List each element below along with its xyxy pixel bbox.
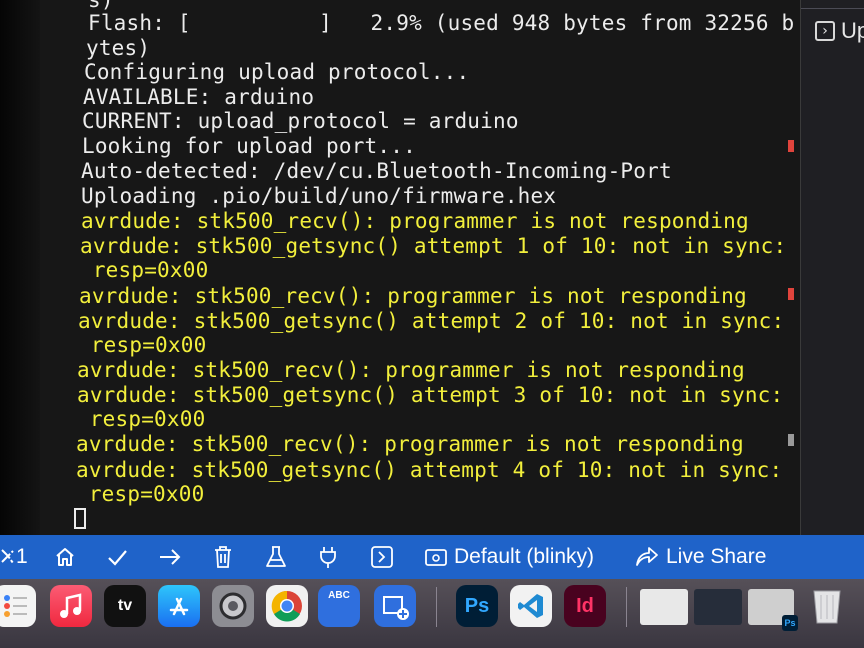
photo-editor-app-label: ABC — [328, 590, 350, 601]
checkmark-icon — [108, 550, 127, 566]
dock-separator — [436, 587, 437, 627]
folder-icon — [425, 549, 447, 566]
terminal-line: Looking for upload port... — [82, 134, 416, 158]
photoshop-app-icon[interactable]: Ps — [456, 585, 498, 627]
terminal-line: resp=0x00 — [78, 333, 207, 357]
remote-count: 1 — [16, 545, 28, 568]
recent-window-thumbnail-3[interactable]: Ps — [748, 589, 798, 631]
serial-monitor-button[interactable] — [318, 535, 338, 579]
terminal-icon — [371, 546, 393, 568]
flask-icon — [266, 546, 286, 567]
dock-separator — [626, 587, 627, 627]
terminal-line: Auto-detected: /dev/cu.Bluetooth-Incomin… — [81, 159, 672, 183]
scrollbar-marker — [788, 288, 794, 300]
panel-item[interactable]: › Up — [815, 16, 864, 46]
terminal-line: resp=0x00 — [76, 482, 205, 506]
terminal-line: CURRENT: upload_protocol = arduino — [82, 109, 519, 133]
home-button[interactable] — [54, 535, 76, 579]
chrome-app-icon[interactable] — [266, 585, 308, 627]
recent-window-badge: Ps — [782, 615, 798, 631]
recent-window-thumbnail-2[interactable] — [694, 589, 742, 625]
live-share-icon — [636, 547, 658, 566]
terminal-line: avrdude: stk500_recv(): programmer is no… — [76, 432, 744, 456]
recent-window-thumbnail-1[interactable] — [640, 589, 688, 625]
system-preferences-app-icon[interactable] — [212, 585, 254, 627]
terminal-line: resp=0x00 — [80, 258, 209, 282]
terminal-line: resp=0x00 — [77, 407, 206, 431]
terminal-line: avrdude: stk500_getsync() attempt 1 of 1… — [80, 234, 787, 258]
chevron-right-box-icon: › — [815, 21, 835, 41]
scrollbar-marker — [788, 140, 794, 152]
terminal-line: avrdude: stk500_recv(): programmer is no… — [77, 358, 745, 382]
terminal-line: avrdude: stk500_recv(): programmer is no… — [79, 284, 747, 308]
arrow-right-icon — [160, 549, 181, 565]
home-icon — [56, 548, 74, 566]
photo-editor-app-icon-1[interactable]: ABC — [318, 585, 360, 627]
apple-tv-app-label: tv — [117, 597, 133, 614]
terminal-line: avrdude: stk500_recv(): programmer is no… — [81, 209, 749, 233]
remote-icon — [1, 549, 14, 564]
terminal-line: ytes) — [86, 36, 151, 60]
test-button[interactable] — [264, 535, 288, 579]
music-app-icon[interactable] — [50, 585, 92, 627]
trash-app-icon[interactable] — [806, 585, 848, 627]
build-button[interactable] — [106, 535, 128, 579]
terminal-line: Uploading .pio/build/uno/firmware.hex — [81, 184, 557, 208]
panel-separator — [801, 8, 864, 9]
indesign-app-label: Id — [576, 594, 594, 617]
macos-dock: tv ABC Ps Id Ps — [0, 579, 864, 648]
plug-icon — [320, 547, 336, 568]
clean-button[interactable] — [212, 535, 234, 579]
panel-item-label: Up — [841, 18, 864, 43]
side-panel: › Up — [800, 0, 864, 535]
screen-bezel-left — [0, 0, 40, 535]
terminal-line: AVAILABLE: arduino — [83, 85, 315, 109]
scrollbar-marker — [788, 434, 794, 446]
photo-editor-app-icon-2[interactable] — [374, 585, 416, 627]
new-terminal-button[interactable] — [370, 535, 394, 579]
project-environment-label: Default (blinky) — [454, 545, 595, 568]
apple-tv-app-icon[interactable]: tv — [104, 585, 146, 627]
terminal-line: avrdude: stk500_getsync() attempt 4 of 1… — [76, 458, 783, 482]
project-environment-switcher[interactable]: Default (blinky) — [424, 535, 594, 579]
app-store-app-icon[interactable] — [158, 585, 200, 627]
terminal-line: Configuring upload protocol... — [84, 60, 470, 84]
terminal-line: avrdude: stk500_getsync() attempt 3 of 1… — [77, 383, 784, 407]
remote-indicator[interactable]: 1 — [0, 535, 28, 579]
live-share-button[interactable]: Live Share — [634, 535, 766, 579]
terminal-line: avrdude: stk500_getsync() attempt 2 of 1… — [78, 309, 785, 333]
status-bar: 1 Default (blinky) Live Share — [0, 535, 864, 579]
live-share-label: Live Share — [666, 545, 767, 568]
reminders-app-icon[interactable] — [0, 585, 36, 627]
upload-button[interactable] — [158, 535, 182, 579]
terminal-output-panel[interactable]: s) Flash: [ ] 2.9% (used 948 bytes from 3… — [40, 0, 800, 535]
vscode-app-icon[interactable] — [510, 585, 552, 627]
trash-icon — [215, 546, 231, 568]
photoshop-app-label: Ps — [464, 594, 490, 617]
terminal-line: Flash: [ ] 2.9% (used 948 bytes from 322… — [88, 11, 795, 35]
indesign-app-icon[interactable]: Id — [564, 585, 606, 627]
terminal-cursor — [74, 508, 86, 529]
